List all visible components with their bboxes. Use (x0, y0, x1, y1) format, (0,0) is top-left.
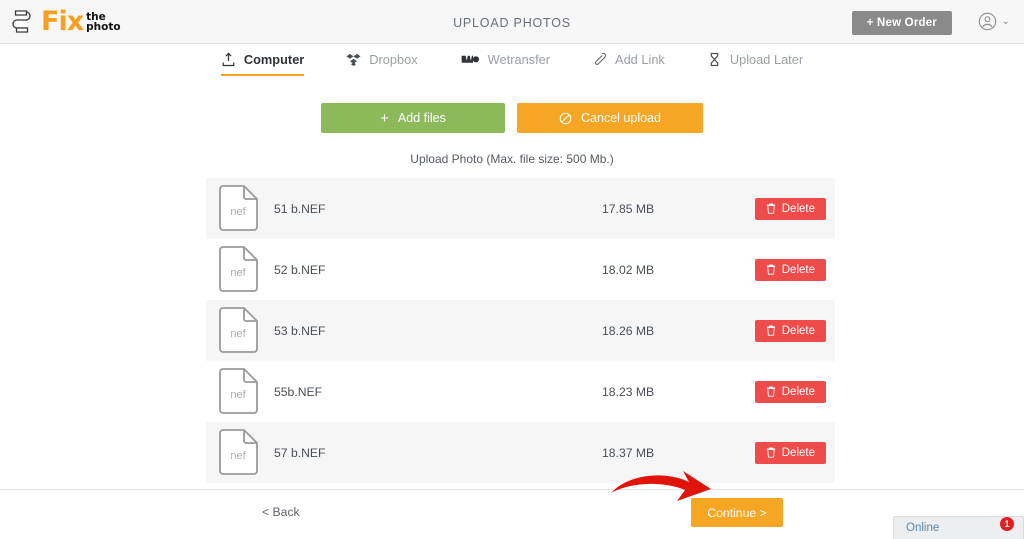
file-icon-cell: nef (214, 368, 262, 415)
tab-upload-later-label: Upload Later (729, 52, 804, 67)
nef-file-icon: nef (218, 307, 258, 353)
file-actions: Delete (742, 258, 835, 281)
plus-icon: + (380, 109, 389, 127)
upload-photos-page: Fix the photo UPLOAD PHOTOS + New Order … (0, 0, 1024, 539)
tab-computer-label: Computer (243, 52, 305, 67)
nef-file-icon: nef (218, 429, 258, 475)
svg-text:nef: nef (230, 206, 246, 218)
tab-add-link[interactable]: Add Link (592, 52, 665, 76)
file-icon-cell: nef (214, 307, 262, 354)
file-size: 17.85 MB (602, 201, 655, 216)
file-size: 18.37 MB (602, 445, 655, 460)
file-icon-cell: nef (214, 246, 262, 293)
tab-wetransfer-label: Wetransfer (487, 52, 551, 67)
delete-button[interactable]: Delete (754, 380, 826, 403)
file-actions: Delete (742, 319, 835, 342)
svg-text:nef: nef (230, 450, 246, 462)
wetransfer-icon (461, 55, 479, 63)
cancel-upload-button[interactable]: Cancel upload (517, 103, 703, 133)
hourglass-icon (710, 52, 719, 67)
file-name: 52 b.NEF (274, 262, 326, 277)
uploaded-files-list: nef 51 b.NEF 17.85 MB Delete nef 52 b.NE… (206, 178, 835, 483)
trash-icon (766, 264, 775, 275)
delete-button[interactable]: Delete (754, 197, 826, 220)
file-name: 55b.NEF (274, 384, 323, 399)
nef-file-icon: nef (218, 246, 258, 292)
file-icon-cell: nef (214, 429, 262, 476)
trash-icon (766, 203, 775, 214)
delete-label: Delete (781, 202, 815, 215)
site-header: Fix the photo UPLOAD PHOTOS + New Order … (0, 0, 1024, 44)
file-size: 18.23 MB (602, 384, 655, 399)
chat-unread-badge[interactable]: 1 (1000, 517, 1014, 531)
tab-computer[interactable]: Computer (220, 52, 305, 76)
new-order-button[interactable]: + New Order (851, 11, 952, 35)
tab-upload-later[interactable]: Upload Later (707, 52, 803, 76)
dropbox-icon (346, 53, 361, 66)
nef-file-icon: nef (218, 368, 258, 414)
table-row: nef 57 b.NEF 18.37 MB Delete (206, 422, 835, 483)
tab-dropbox[interactable]: Dropbox (346, 52, 418, 76)
table-row: nef 52 b.NEF 18.02 MB Delete (206, 239, 835, 300)
table-row: nef 53 b.NEF 18.26 MB Delete (206, 300, 835, 361)
file-size: 18.02 MB (602, 262, 655, 277)
tab-add-link-label: Add Link (615, 52, 665, 67)
nef-file-icon: nef (218, 185, 258, 231)
file-actions: Delete (742, 380, 835, 403)
back-link[interactable]: < Back (262, 505, 300, 519)
trash-icon (766, 447, 775, 458)
account-menu[interactable]: ⌄ (978, 12, 1010, 31)
footer-divider (0, 489, 1024, 490)
delete-label: Delete (781, 324, 815, 337)
file-actions: Delete (742, 197, 835, 220)
cancel-upload-label: Cancel upload (581, 111, 661, 125)
tab-wetransfer[interactable]: Wetransfer (460, 52, 550, 76)
delete-label: Delete (781, 446, 815, 459)
file-name: 57 b.NEF (274, 445, 326, 460)
file-actions: Delete (742, 441, 835, 464)
delete-button[interactable]: Delete (754, 319, 826, 342)
upload-actions: + Add files Cancel upload (0, 103, 1024, 133)
svg-text:nef: nef (230, 267, 246, 279)
file-name: 53 b.NEF (274, 323, 326, 338)
chevron-down-icon: ⌄ (1001, 16, 1010, 27)
table-row: nef 55b.NEF 18.23 MB Delete (206, 361, 835, 422)
delete-button[interactable]: Delete (754, 441, 826, 464)
file-size: 18.26 MB (602, 323, 655, 338)
upload-size-hint: Upload Photo (Max. file size: 500 Mb.) (410, 152, 614, 166)
upload-icon (222, 52, 235, 67)
svg-text:nef: nef (230, 328, 246, 340)
add-files-button[interactable]: + Add files (321, 103, 505, 133)
tab-dropbox-label: Dropbox (369, 52, 418, 67)
add-files-label: Add files (397, 111, 446, 125)
delete-label: Delete (781, 263, 815, 276)
delete-label: Delete (781, 385, 815, 398)
svg-text:nef: nef (230, 389, 246, 401)
trash-icon (766, 386, 775, 397)
file-name: 51 b.NEF (274, 201, 326, 216)
trash-icon (766, 325, 775, 336)
delete-button[interactable]: Delete (754, 258, 826, 281)
link-icon (594, 52, 607, 65)
ban-icon (559, 112, 572, 124)
file-icon-cell: nef (214, 185, 262, 232)
table-row: nef 51 b.NEF 17.85 MB Delete (206, 178, 835, 239)
user-circle-icon (978, 12, 996, 31)
chat-status-label: Online (906, 522, 940, 534)
continue-button[interactable]: Continue > (691, 498, 783, 527)
upload-source-tabs: Computer Dropbox Wetransfer Add Link Upl… (0, 52, 1024, 76)
